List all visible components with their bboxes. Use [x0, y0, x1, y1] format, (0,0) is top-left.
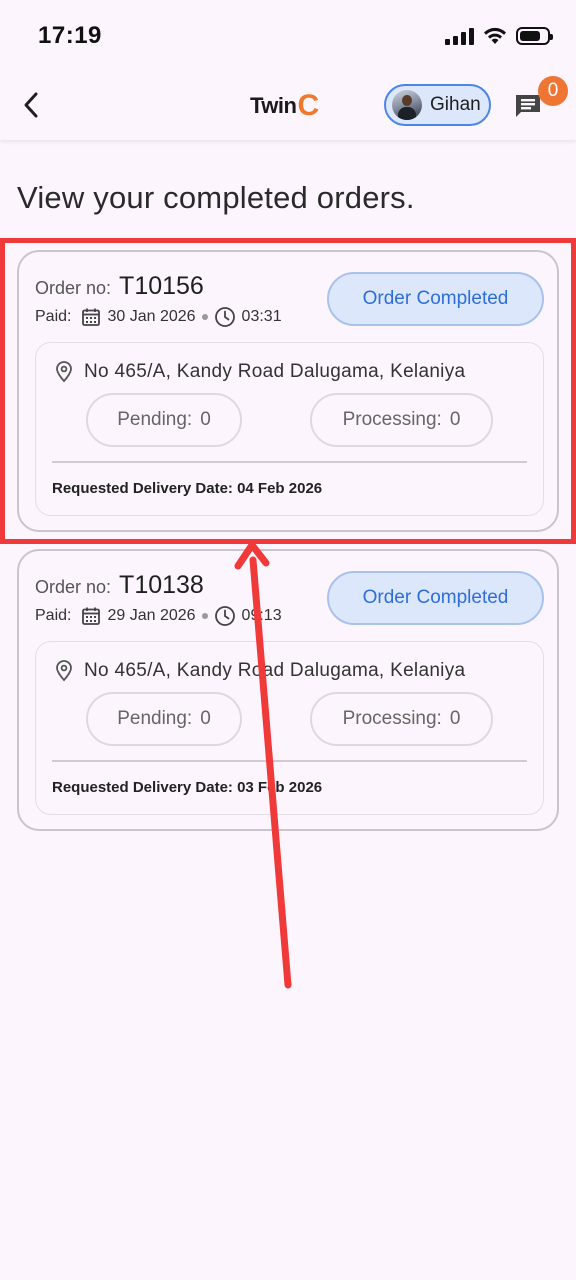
order-no-label: Order no:: [35, 577, 112, 597]
paid-row: Paid: 30 Jan 2026 03:31: [35, 306, 282, 328]
order-card[interactable]: Order no: T10138 Paid: 29 Jan 2026 09:13…: [17, 549, 559, 831]
paid-label: Paid:: [35, 308, 72, 325]
requested-delivery-date: Requested Delivery Date: 03 Feb 2026: [52, 779, 323, 796]
message-count-badge: 0: [538, 76, 568, 106]
requested-delivery-date: Requested Delivery Date: 04 Feb 2026: [52, 480, 323, 497]
app-logo: Twin C: [250, 89, 319, 122]
user-name: Gihan: [430, 94, 481, 115]
location-pin-icon: [56, 361, 72, 383]
processing-count: 0: [449, 708, 461, 729]
processing-label: Processing:: [342, 708, 442, 729]
paid-date: 30 Jan 2026: [107, 308, 196, 325]
back-arrow-icon: [24, 92, 38, 118]
paid-time: 09:13: [241, 607, 282, 624]
app-bar: Twin C Gihan 0: [0, 70, 576, 140]
divider: [52, 760, 527, 762]
order-no-value: T10138: [119, 571, 204, 599]
status-icons: [445, 26, 553, 46]
signal-icon: [445, 27, 474, 45]
order-no-label: Order no:: [35, 278, 112, 298]
processing-count-chip: Processing: 0: [310, 692, 493, 746]
divider: [52, 461, 527, 463]
calendar-icon: [82, 308, 101, 326]
order-status-badge: Order Completed: [327, 571, 544, 625]
address-row: No 465/A, Kandy Road Dalugama, Kelaniya: [54, 361, 465, 383]
back-button[interactable]: [14, 88, 48, 122]
pending-count-chip: Pending: 0: [86, 393, 242, 447]
order-number-row: Order no: T10156: [35, 272, 204, 301]
processing-count-chip: Processing: 0: [310, 393, 493, 447]
order-details-box: No 465/A, Kandy Road Dalugama, Kelaniya …: [35, 342, 544, 516]
pending-label: Pending:: [117, 708, 193, 729]
order-details-box: No 465/A, Kandy Road Dalugama, Kelaniya …: [35, 641, 544, 815]
paid-date: 29 Jan 2026: [107, 607, 196, 624]
location-pin-icon: [56, 660, 72, 682]
order-no-value: T10156: [119, 272, 204, 300]
separator-dot: [201, 314, 208, 320]
order-number-row: Order no: T10138: [35, 571, 204, 600]
battery-icon: [516, 27, 553, 45]
pending-count-chip: Pending: 0: [86, 692, 242, 746]
calendar-icon: [82, 607, 101, 625]
page-title: View your completed orders.: [17, 180, 415, 215]
processing-count: 0: [449, 409, 461, 430]
separator-dot: [201, 613, 208, 619]
status-time: 17:19: [38, 22, 102, 49]
paid-row: Paid: 29 Jan 2026 09:13: [35, 605, 282, 627]
paid-time: 03:31: [241, 308, 282, 325]
pending-count: 0: [200, 409, 211, 430]
paid-label: Paid:: [35, 607, 72, 624]
status-bar: 17:19: [0, 0, 576, 70]
order-status-badge: Order Completed: [327, 272, 544, 326]
wifi-icon: [484, 27, 506, 44]
clock-icon: [214, 606, 235, 626]
avatar: [392, 90, 422, 120]
processing-label: Processing:: [342, 409, 442, 430]
clock-icon: [214, 307, 235, 327]
delivery-address: No 465/A, Kandy Road Dalugama, Kelaniya: [84, 361, 466, 382]
pending-label: Pending:: [117, 409, 193, 430]
delivery-address: No 465/A, Kandy Road Dalugama, Kelaniya: [84, 660, 466, 681]
logo-accent: C: [297, 89, 319, 122]
pending-count: 0: [200, 708, 211, 729]
logo-text: Twin: [250, 93, 297, 118]
user-profile-chip[interactable]: Gihan: [384, 84, 491, 126]
address-row: No 465/A, Kandy Road Dalugama, Kelaniya: [54, 660, 465, 682]
order-card[interactable]: Order no: T10156 Paid: 30 Jan 2026 03:31…: [17, 250, 559, 532]
